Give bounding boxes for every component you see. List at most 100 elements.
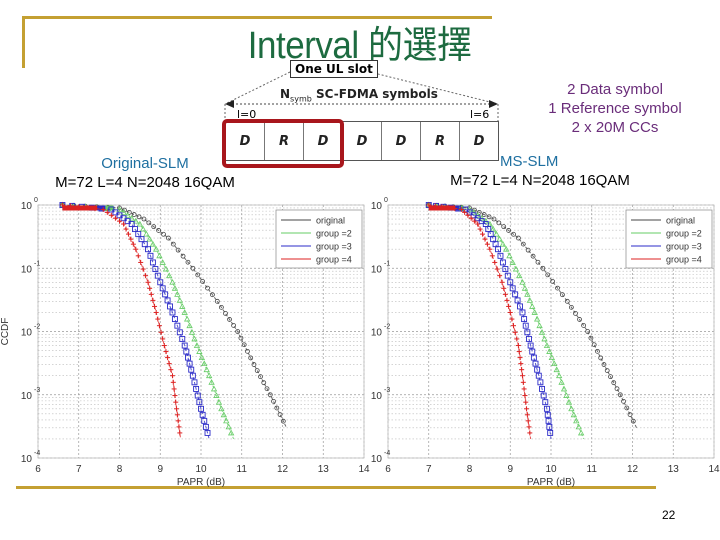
legend-label: group =4 (316, 255, 352, 265)
y-tick-label: 10 (371, 264, 383, 275)
data-point (506, 252, 513, 259)
data-point (145, 246, 151, 253)
data-point (598, 355, 604, 361)
series-line (428, 204, 638, 429)
x-tick-label: 13 (668, 464, 680, 475)
left-chart-params: M=72 L=4 N=2048 16QAM (55, 174, 235, 191)
data-point (180, 253, 186, 259)
legend-label: group =3 (316, 242, 352, 252)
series-line (428, 204, 585, 440)
arrow-left-icon (225, 100, 234, 108)
data-point (183, 315, 191, 322)
legend-label: group =2 (316, 229, 352, 239)
legend-label: original (316, 216, 345, 226)
y-tick-exponent: -3 (384, 387, 390, 394)
data-point (512, 291, 519, 298)
x-tick-label: 13 (318, 464, 330, 475)
x-tick-label: 10 (195, 464, 207, 475)
end-index-label: l=6 (470, 108, 490, 121)
data-point (176, 297, 183, 303)
left-chart-name: Original-SLM (101, 155, 189, 172)
legend-label: group =4 (666, 255, 702, 265)
data-point (162, 265, 170, 272)
data-point (535, 259, 541, 265)
x-tick-label: 12 (277, 464, 289, 475)
data-point (277, 412, 283, 417)
x-tick-label: 6 (35, 464, 41, 475)
data-point (271, 398, 276, 404)
y-tick-label: 10 (371, 328, 383, 339)
nsymb-sub: symb (290, 94, 312, 104)
data-point (573, 310, 578, 316)
data-point (621, 398, 626, 404)
nsymb-label: Nsymb SC-FDMA symbols (280, 87, 438, 103)
y-tick-exponent: -4 (34, 450, 40, 457)
data-point (487, 231, 494, 238)
series-original (426, 202, 638, 429)
data-point (492, 241, 499, 248)
y-tick-label: 10 (21, 328, 33, 339)
y-tick-exponent: -1 (384, 260, 390, 267)
data-point (604, 368, 610, 374)
data-point (490, 236, 497, 243)
data-point (238, 335, 244, 341)
x-tick-label: 7 (76, 464, 82, 475)
y-tick-label: 10 (371, 391, 383, 402)
arrow-right-icon (489, 100, 498, 108)
left-chart-heading: Original-SLM M=72 L=4 N=2048 16QAM (30, 154, 260, 192)
x-tick-label: 8 (117, 464, 123, 475)
y-tick-label: 10 (21, 264, 33, 275)
y-axis-label: CCDF (0, 318, 11, 346)
config-note: 2 Data symbol 1 Reference symbol 2 x 20M… (515, 80, 715, 137)
x-tick-label: 14 (708, 464, 720, 475)
series-line (428, 204, 552, 440)
legend-label: group =2 (666, 229, 702, 239)
y-tick-exponent: -4 (384, 450, 390, 457)
ul-slot-diagram: One UL slot Nsymb SC-FDMA symbols l=0 l=… (220, 60, 510, 168)
data-point (548, 354, 555, 361)
y-tick-label: 10 (21, 201, 33, 212)
x-tick-label: 6 (385, 464, 391, 475)
x-tick-label: 7 (426, 464, 432, 475)
data-point (499, 259, 506, 266)
y-tick-exponent: -1 (34, 260, 40, 267)
symbol-cell: D (382, 122, 421, 160)
data-point (223, 310, 228, 316)
chart-panel-1: 6 7 8 9 10 11 12 13 1410010-110-210-310-4PAPR (d… (0, 197, 370, 488)
x-tick-label: 11 (237, 464, 248, 475)
note-line: 1 Reference symbol (548, 100, 682, 117)
data-point (161, 231, 166, 237)
x-axis-label: PAPR (dB) (177, 477, 225, 488)
data-point (136, 214, 142, 220)
chart-panel-2: 6 7 8 9 10 11 12 13 1410010-110-210-310-4PAPR (d… (371, 197, 720, 488)
data-point (164, 297, 171, 304)
data-point (496, 220, 502, 226)
right-chart-name: MS-SLM (500, 153, 559, 170)
data-point (614, 386, 620, 392)
note-line: 2 Data symbol (567, 81, 663, 98)
x-tick-label: 11 (587, 464, 598, 475)
y-tick-exponent: 0 (34, 197, 38, 204)
x-tick-label: 10 (545, 464, 557, 475)
data-point (171, 316, 178, 323)
legend-label: original (666, 216, 695, 226)
y-tick-exponent: -2 (384, 324, 390, 331)
x-tick-label: 9 (157, 464, 163, 475)
data-point (210, 385, 218, 392)
data-point (156, 252, 163, 259)
right-chart-heading: MS-SLM M=72 L=4 N=2048 16QAM (420, 152, 660, 190)
page-number: 22 (662, 508, 676, 522)
series-line (62, 204, 210, 440)
symbols-label: SC-FDMA symbols (316, 87, 438, 101)
data-point (261, 380, 267, 386)
data-point (245, 348, 250, 354)
note-line: 2 x 20M CCs (571, 119, 659, 136)
data-point (495, 246, 501, 253)
x-tick-label: 9 (507, 464, 513, 475)
y-tick-exponent: -2 (34, 324, 40, 331)
series-group4 (59, 202, 183, 440)
data-point (525, 247, 531, 253)
y-tick-label: 10 (371, 454, 383, 465)
nsymb-main: N (280, 87, 291, 101)
series-line (62, 204, 182, 440)
